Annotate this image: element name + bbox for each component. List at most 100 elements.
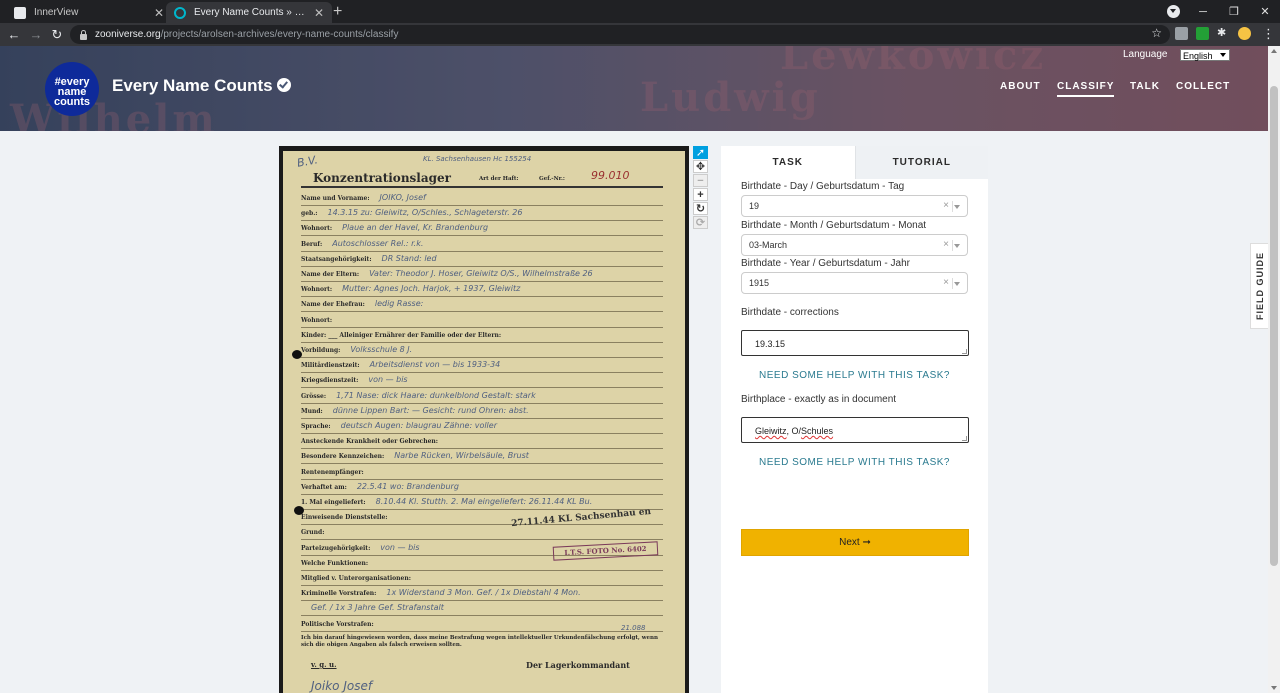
scroll-up-icon[interactable] bbox=[1271, 49, 1277, 53]
nav-talk[interactable]: TALK bbox=[1130, 81, 1160, 92]
card-row-handwriting: 1,71 Nase: dick Haare: dunkelblond Gesta… bbox=[336, 390, 536, 400]
scrollbar-thumb[interactable] bbox=[1270, 86, 1278, 566]
lock-icon bbox=[80, 29, 87, 40]
card-row-handwriting: JOIKO, Josef bbox=[379, 193, 426, 202]
restore-icon[interactable]: ❐ bbox=[1219, 0, 1249, 23]
corner-handwriting: B.V. bbox=[296, 153, 319, 170]
reload-icon[interactable]: ↻ bbox=[47, 25, 67, 44]
prisoner-registration-card: B.V. KL. Sachsenhausen Hc 155254 Konzent… bbox=[283, 151, 685, 693]
tab-innerview[interactable]: InnerView ✕ bbox=[6, 2, 172, 23]
field-guide-tab[interactable]: FIELD GUIDE bbox=[1250, 243, 1268, 329]
nav-collect[interactable]: COLLECT bbox=[1176, 81, 1230, 92]
help-link[interactable]: NEED SOME HELP WITH THIS TASK? bbox=[741, 370, 968, 381]
card-row-label: Welche Funktionen: bbox=[301, 559, 369, 567]
pointer-icon[interactable]: ➚ bbox=[693, 146, 708, 159]
reset-icon[interactable]: ↻ bbox=[693, 202, 708, 215]
subject-viewer[interactable]: B.V. KL. Sachsenhausen Hc 155254 Konzent… bbox=[279, 146, 689, 693]
rotate-icon[interactable]: ⟳ bbox=[693, 216, 708, 229]
nav-about[interactable]: ABOUT bbox=[1000, 81, 1041, 92]
clear-icon[interactable]: × bbox=[943, 196, 949, 216]
ink-hole-mark bbox=[294, 506, 304, 515]
card-row-handwriting: 1x Widerstand 3 Mon. Gef. / 1x Diebstahl… bbox=[386, 588, 581, 598]
birthdate-month-label: Birthdate - Month / Geburtsdatum - Monat bbox=[741, 220, 927, 231]
card-row-label: Wohnort: bbox=[301, 225, 333, 233]
card-row-label: geb.: bbox=[301, 210, 318, 218]
birthdate-month-select[interactable]: 03-March × bbox=[741, 234, 968, 256]
zoom-out-icon[interactable]: − bbox=[693, 174, 708, 187]
project-title[interactable]: Every Name Counts bbox=[112, 76, 273, 96]
minimize-icon[interactable]: ─ bbox=[1188, 0, 1218, 23]
tab-close-icon[interactable]: ✕ bbox=[314, 6, 324, 20]
language-select[interactable]: English bbox=[1180, 49, 1230, 61]
chevron-down-icon[interactable] bbox=[954, 282, 960, 286]
kebab-menu-icon[interactable]: ⋮ bbox=[1262, 26, 1275, 42]
card-row-handwriting: dünne Lippen Bart: — Gesicht: rund Ohren… bbox=[332, 405, 529, 415]
card-row-handwriting: ledig Rasse: bbox=[374, 299, 424, 309]
chevron-down-icon[interactable] bbox=[954, 244, 960, 248]
scroll-down-icon[interactable] bbox=[1271, 686, 1277, 690]
star-icon[interactable]: ☆ bbox=[1151, 26, 1162, 40]
card-row: Name und Vorname: JOIKO, Josef bbox=[301, 193, 663, 206]
tab-task[interactable]: TASK bbox=[721, 146, 855, 179]
card-row-label: Vorbildung: bbox=[301, 347, 341, 354]
card-row-label: Verhaftet am: bbox=[301, 483, 347, 491]
back-icon[interactable]: ← bbox=[4, 25, 24, 44]
card-row: Welche Funktionen: bbox=[301, 558, 663, 571]
card-row-label: Besondere Kennzeichen: bbox=[301, 453, 385, 461]
birthplace-input[interactable]: Gleiwitz, O/Schules bbox=[741, 417, 969, 443]
card-row-handwriting: Narbe Rücken, Wirbelsäule, Brust bbox=[394, 451, 529, 461]
forward-icon[interactable]: → bbox=[26, 25, 46, 44]
card-row-handwriting: Mutter: Agnes Joch. Harjok, + 1937, Glei… bbox=[342, 284, 521, 294]
card-row: Vorbildung: Volksschule 8 J. bbox=[301, 345, 663, 358]
extension-icon[interactable] bbox=[1175, 27, 1188, 40]
birthdate-year-select[interactable]: 1915 × bbox=[741, 272, 968, 294]
resize-handle-icon[interactable] bbox=[962, 349, 967, 354]
clear-icon[interactable]: × bbox=[943, 273, 949, 293]
card-row: Militärdienstzeit: Arbeitsdienst von — bi… bbox=[301, 360, 663, 374]
card-row-handwriting: 14.3.15 zu: Gleiwitz, O/Schles., Schlage… bbox=[327, 208, 523, 218]
card-row-handwriting: Vater: Theodor J. Hoser, Gleiwitz O/S., … bbox=[369, 269, 593, 278]
tab-tutorial[interactable]: TUTORIAL bbox=[854, 146, 988, 179]
url-host: zooniverse.org bbox=[95, 29, 161, 40]
project-logo[interactable]: #every name counts bbox=[45, 62, 99, 116]
resize-handle-icon[interactable] bbox=[962, 436, 967, 441]
birthdate-day-select[interactable]: 19 × bbox=[741, 195, 968, 217]
card-row-label: Mund: bbox=[301, 407, 323, 415]
card-row-label: Staatsangehörigkeit: bbox=[301, 255, 372, 263]
birthdate-month-value: 03-March bbox=[749, 240, 788, 250]
date-stamp: 27.11.44 KL Sachsenhau en bbox=[510, 506, 652, 530]
card-row: Rentenempfänger: bbox=[301, 467, 663, 480]
tab-search-icon[interactable] bbox=[1167, 5, 1180, 18]
card-row-label: Wohnort: bbox=[301, 286, 333, 294]
card-row: geb.: 14.3.15 zu: Gleiwitz, O/Schles., Sc… bbox=[301, 208, 663, 222]
clear-icon[interactable]: × bbox=[943, 235, 949, 255]
tab-every-name-counts[interactable]: Every Name Counts » Classify — Zoonivers… bbox=[166, 2, 332, 23]
profile-icon[interactable] bbox=[1238, 27, 1251, 40]
card-row: Name der Eltern: Vater: Theodor J. Hoser,… bbox=[301, 269, 663, 282]
browser-toolbar: ← → ↻ zooniverse.org/projects/arolsen-ar… bbox=[0, 23, 1280, 46]
card-row-handwriting: 8.10.44 Kl. Stutth. 2. Mal eingeliefert:… bbox=[375, 497, 593, 506]
birthdate-corrections-label: Birthdate - corrections bbox=[741, 307, 839, 318]
extensions-icon[interactable]: ✱ bbox=[1217, 27, 1230, 40]
gef-nr-label: Gef.-Nr.: bbox=[539, 176, 565, 182]
chevron-down-icon[interactable] bbox=[954, 205, 960, 209]
pan-icon[interactable]: ✥ bbox=[693, 160, 708, 173]
commander-text: Der Lagerkommandant bbox=[526, 660, 630, 670]
zoom-in-icon[interactable]: + bbox=[693, 188, 708, 201]
help-link[interactable]: NEED SOME HELP WITH THIS TASK? bbox=[741, 457, 968, 468]
nav-classify[interactable]: CLASSIFY bbox=[1057, 81, 1115, 97]
new-tab-icon[interactable]: + bbox=[333, 2, 342, 21]
next-button[interactable]: Next ➞ bbox=[741, 529, 969, 556]
card-row: Grund: bbox=[301, 527, 663, 541]
task-panel: TASK TUTORIAL Birthdate - Day / Geburtsd… bbox=[721, 146, 988, 693]
extension-check-icon[interactable] bbox=[1196, 27, 1209, 40]
page-scrollbar[interactable] bbox=[1268, 46, 1280, 693]
card-row: Ansteckende Krankheit oder Gebrechen: bbox=[301, 436, 663, 450]
birthdate-corrections-input[interactable]: 19.3.15 bbox=[741, 330, 969, 356]
card-row: 1. Mal eingeliefert: 8.10.44 Kl. Stutth. … bbox=[301, 497, 663, 510]
card-row-handwriting: Autoschlosser Rel.: r.k. bbox=[332, 238, 424, 248]
card-row-handwriting: 22.5.41 wo: Brandenburg bbox=[356, 481, 459, 491]
close-window-icon[interactable]: ✕ bbox=[1250, 0, 1280, 23]
tab-close-icon[interactable]: ✕ bbox=[154, 6, 164, 20]
address-bar[interactable]: zooniverse.org/projects/arolsen-archives… bbox=[70, 25, 1170, 44]
